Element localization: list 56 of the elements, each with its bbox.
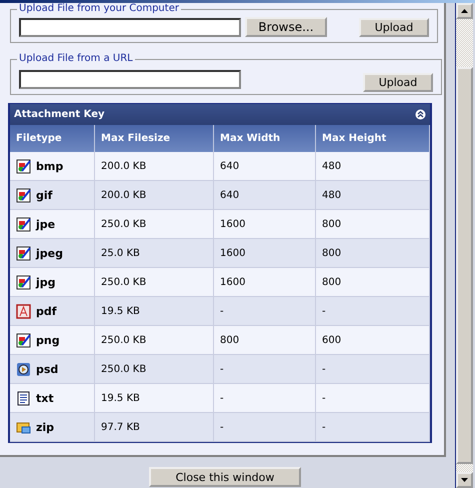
browse-button[interactable]: Browse... xyxy=(245,17,327,37)
table-cell: - xyxy=(316,296,430,326)
image-file-icon xyxy=(16,332,31,348)
filetype-label: jpe xyxy=(36,218,56,230)
group-legend: Upload File from your Computer xyxy=(17,5,181,13)
column-header: Filetype xyxy=(10,125,94,152)
filetype-label: gif xyxy=(36,188,52,202)
table-cell: - xyxy=(316,412,430,442)
folder-icon xyxy=(16,420,31,434)
table-cell: 97.7 KB xyxy=(94,412,214,442)
table-cell: - xyxy=(316,354,430,384)
up-arrow-icon xyxy=(461,9,468,13)
down-arrow-icon xyxy=(461,478,468,482)
filetype-label: bmp xyxy=(36,160,64,172)
url-field[interactable] xyxy=(19,70,241,89)
filetype-label: jpg xyxy=(36,276,56,288)
scroll-down-button[interactable] xyxy=(456,472,473,488)
filetype-label: png xyxy=(36,334,60,346)
table-cell: 19.5 KB xyxy=(94,296,214,326)
scrollbar[interactable] xyxy=(455,3,473,488)
image-file-icon xyxy=(16,274,31,290)
upload-button[interactable]: Upload xyxy=(363,73,433,92)
image-file-icon xyxy=(16,246,31,260)
close-button[interactable]: Close this window xyxy=(149,467,301,487)
collapse-icon[interactable] xyxy=(415,109,426,120)
column-header: Max Height xyxy=(316,125,430,152)
column-header: Max Width xyxy=(214,125,316,152)
table-cell: 480 xyxy=(316,180,430,210)
table-cell: 800 xyxy=(316,238,430,268)
media-file-icon xyxy=(16,362,31,376)
table-cell: 1600 xyxy=(214,238,316,268)
scroll-up-button[interactable] xyxy=(456,3,473,19)
filetype-label: jpeg xyxy=(36,246,63,260)
file-field[interactable] xyxy=(19,18,241,36)
text-file-icon xyxy=(16,390,31,406)
filetype-label: txt xyxy=(36,392,54,404)
group-legend: Upload File from a URL xyxy=(17,55,135,63)
filetype-label: pdf xyxy=(36,304,57,318)
scroll-track[interactable] xyxy=(456,464,473,472)
filetype-label: zip xyxy=(36,420,54,434)
table-cell: 25.0 KB xyxy=(94,238,214,268)
table-cell: - xyxy=(214,354,316,384)
image-file-icon xyxy=(16,158,31,174)
table-cell: - xyxy=(214,412,316,442)
table-cell: 250.0 KB xyxy=(94,354,214,384)
table-title: Attachment Key xyxy=(14,109,105,120)
scroll-thumb[interactable] xyxy=(456,67,473,464)
filetype-label: psd xyxy=(36,362,58,376)
image-file-icon xyxy=(16,216,31,232)
image-file-icon xyxy=(16,188,31,202)
table-cell: 200.0 KB xyxy=(94,180,214,210)
upload-button[interactable]: Upload xyxy=(359,18,429,36)
pdf-file-icon xyxy=(16,304,31,318)
column-header: Max Filesize xyxy=(94,125,214,152)
table-cell: - xyxy=(214,296,316,326)
table-cell: 640 xyxy=(214,180,316,210)
